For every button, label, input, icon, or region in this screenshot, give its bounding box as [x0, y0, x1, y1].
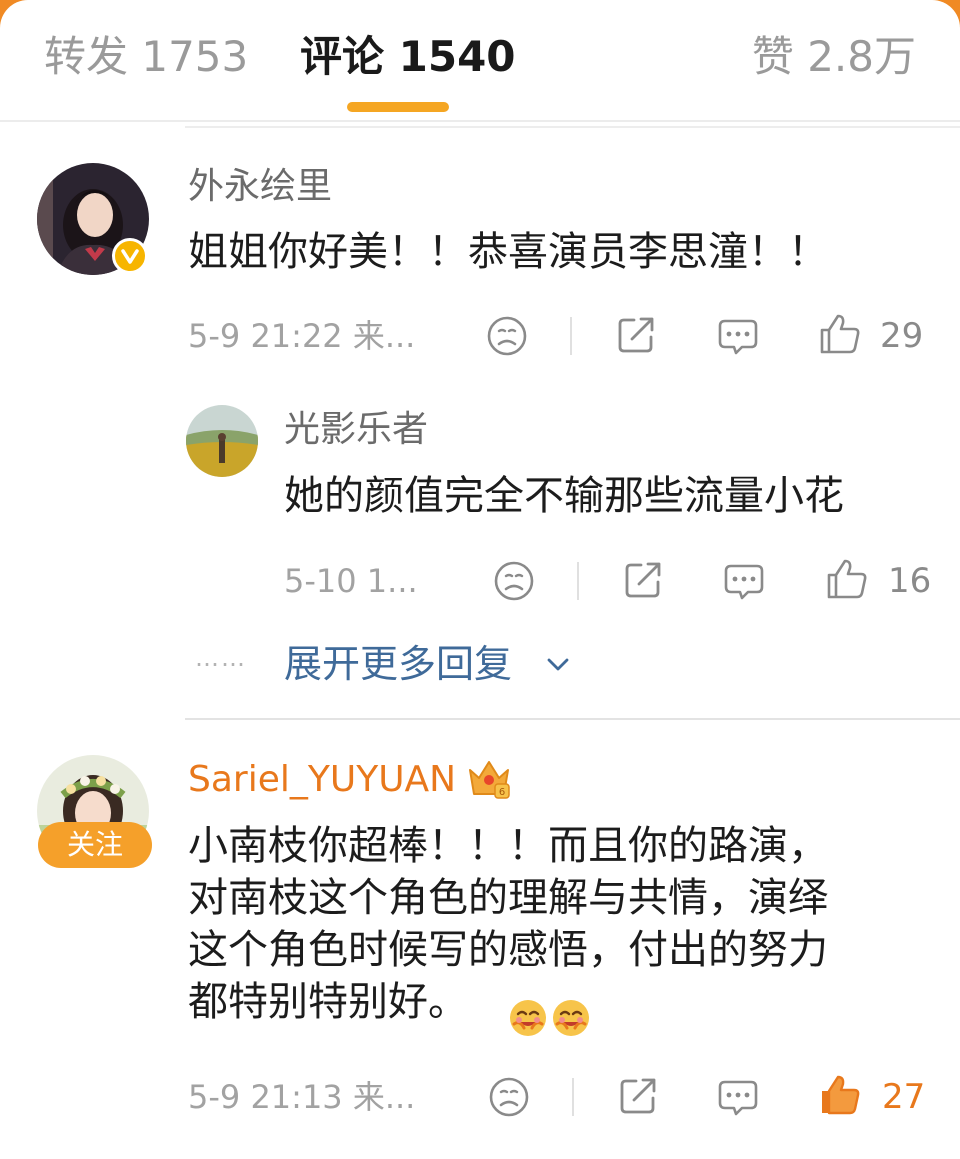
comment-username[interactable]: 外永绘里	[188, 165, 332, 209]
divider	[0, 120, 960, 122]
separator	[577, 562, 579, 600]
separator	[572, 1078, 574, 1116]
share-icon[interactable]	[616, 1074, 660, 1118]
comment-username[interactable]: Sariel_YUYUAN	[188, 758, 456, 802]
like-count: 16	[888, 561, 932, 601]
comment-icon[interactable]	[716, 314, 760, 358]
dislike-icon[interactable]	[485, 314, 529, 358]
comment-text-line: 对南枝这个角色的理解与共情，演绎	[188, 875, 828, 921]
dislike-icon[interactable]	[492, 559, 536, 603]
divider	[185, 718, 960, 720]
expand-dots: ……	[195, 644, 247, 672]
comment-text-line: 小南枝你超棒！！！而且你的路演，	[188, 823, 828, 869]
svg-text:6: 6	[499, 787, 505, 798]
hug-emoji-icon	[508, 998, 548, 1038]
avatar[interactable]	[186, 405, 258, 477]
chevron-down-icon[interactable]	[545, 652, 571, 676]
follow-button[interactable]: 关注	[38, 822, 152, 868]
like-icon[interactable]	[825, 557, 869, 601]
comment-timestamp: 5-9 21:22 来...	[188, 317, 416, 355]
comment-text: 姐姐你好美！！恭喜演员李思潼！！	[188, 229, 828, 275]
active-tab-indicator	[347, 102, 449, 112]
comment-text-line: 这个角色时候写的感悟，付出的努力	[188, 927, 828, 973]
verified-badge	[112, 238, 148, 274]
comment-timestamp: 5-9 21:13 来...	[188, 1078, 416, 1116]
separator	[570, 317, 572, 355]
tab-repost[interactable]: 转发 1753	[44, 30, 248, 84]
dislike-icon[interactable]	[487, 1075, 531, 1119]
divider	[185, 126, 960, 128]
tab-comment[interactable]: 评论 1540	[300, 30, 516, 84]
hug-emoji-icon	[551, 998, 591, 1038]
crown-icon: 6	[466, 756, 512, 800]
share-icon[interactable]	[621, 558, 665, 602]
tab-bar: 转发 1753 评论 1540 赞 2.8万	[0, 0, 960, 120]
like-count: 29	[880, 316, 924, 356]
reply-text: 她的颜值完全不输那些流量小花	[284, 473, 844, 519]
tab-likes[interactable]: 赞 2.8万	[752, 30, 916, 84]
comment-icon[interactable]	[716, 1075, 760, 1119]
comment-text-line: 都特别特别好。	[188, 979, 468, 1025]
like-icon[interactable]	[818, 312, 862, 356]
comment-icon[interactable]	[722, 559, 766, 603]
expand-replies-link[interactable]: 展开更多回复	[284, 640, 512, 688]
like-icon-active[interactable]	[818, 1073, 862, 1117]
share-icon[interactable]	[614, 313, 658, 357]
comment-text: 小南枝你超棒！！！而且你的路演， 对南枝这个角色的理解与共情，演绎 这个角色时候…	[188, 820, 928, 1028]
like-count: 27	[882, 1077, 926, 1117]
reply-username[interactable]: 光影乐者	[284, 408, 428, 452]
reply-timestamp: 5-10 1...	[284, 562, 418, 600]
